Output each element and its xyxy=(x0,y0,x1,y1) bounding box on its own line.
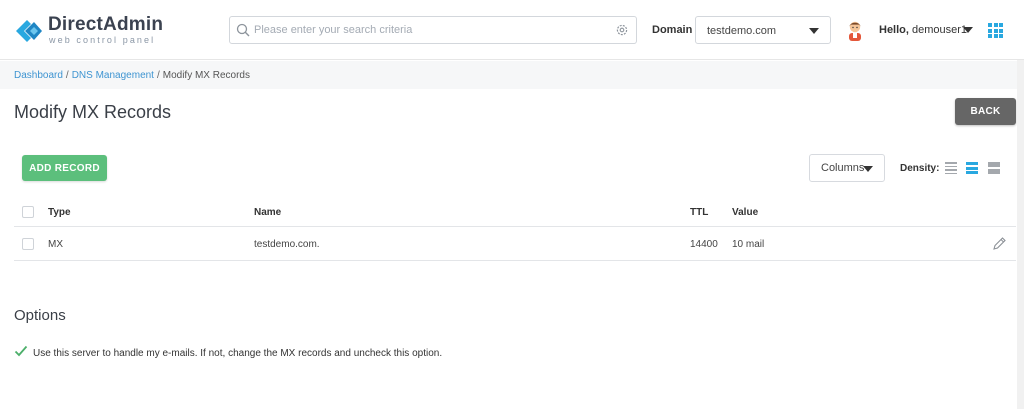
handle-email-option-label[interactable]: Use this server to handle my e-mails. If… xyxy=(33,348,442,359)
options-title: Options xyxy=(14,307,66,324)
username: demouser1 xyxy=(912,24,968,36)
select-all-checkbox[interactable] xyxy=(22,206,34,218)
header-type[interactable]: Type xyxy=(48,207,71,218)
cell-ttl: 14400 xyxy=(690,239,718,250)
add-record-button[interactable]: ADD RECORD xyxy=(22,155,107,181)
pencil-icon[interactable] xyxy=(992,236,1007,251)
breadcrumb-bar: Dashboard / DNS Management / Modify MX Recor… xyxy=(0,61,1024,89)
avatar-icon[interactable] xyxy=(846,19,864,41)
domain-select[interactable]: testdemo.com xyxy=(695,16,831,44)
breadcrumb: Dashboard / DNS Management / Modify MX Recor… xyxy=(14,70,250,81)
breadcrumb-current: Modify MX Records xyxy=(162,70,250,81)
density-normal-icon[interactable] xyxy=(966,162,978,174)
domain-label: Domain xyxy=(652,24,693,36)
row-checkbox[interactable] xyxy=(22,238,34,250)
top-header: DirectAdmin web control panel Domain tes… xyxy=(0,0,1024,60)
search-box[interactable] xyxy=(229,16,637,44)
density-label: Density: xyxy=(900,163,940,174)
breadcrumb-dns-management[interactable]: DNS Management xyxy=(72,70,154,81)
chevron-down-icon xyxy=(809,28,819,34)
brand-logo[interactable]: DirectAdmin web control panel xyxy=(14,14,164,48)
back-button[interactable]: BACK xyxy=(955,98,1016,125)
breadcrumb-separator: / xyxy=(65,70,69,81)
breadcrumb-separator: / xyxy=(156,70,160,81)
gear-icon[interactable] xyxy=(615,23,629,37)
brand-name: DirectAdmin xyxy=(48,14,164,35)
table-header: Type Name TTL Value xyxy=(14,197,1016,227)
check-icon[interactable] xyxy=(14,345,28,357)
cell-type: MX xyxy=(48,239,63,250)
columns-button[interactable]: Columns xyxy=(809,154,885,182)
greeting-text: Hello, xyxy=(879,24,909,36)
user-greeting[interactable]: Hello, demouser1 xyxy=(879,24,967,36)
cell-name: testdemo.com. xyxy=(254,239,320,250)
header-value[interactable]: Value xyxy=(732,207,758,218)
table-row: MX testdemo.com. 14400 10 mail xyxy=(14,227,1016,261)
header-name[interactable]: Name xyxy=(254,207,281,218)
cell-value: 10 mail xyxy=(732,239,765,250)
breadcrumb-dashboard[interactable]: Dashboard xyxy=(14,70,63,81)
header-ttl[interactable]: TTL xyxy=(690,207,708,218)
search-icon xyxy=(236,23,250,37)
brand-tagline: web control panel xyxy=(49,35,156,45)
domain-selected-value: testdemo.com xyxy=(707,25,777,37)
chevron-down-icon xyxy=(863,166,873,172)
directadmin-logo-icon xyxy=(16,20,42,42)
search-input[interactable] xyxy=(254,19,614,41)
density-wide-icon[interactable] xyxy=(988,162,1000,174)
chevron-down-icon[interactable] xyxy=(963,27,973,33)
density-compact-icon[interactable] xyxy=(945,162,957,174)
page-title: Modify MX Records xyxy=(14,102,172,122)
page-scrollbar[interactable] xyxy=(1017,60,1024,409)
columns-label: Columns xyxy=(821,162,865,174)
apps-grid-icon[interactable] xyxy=(988,23,1003,38)
